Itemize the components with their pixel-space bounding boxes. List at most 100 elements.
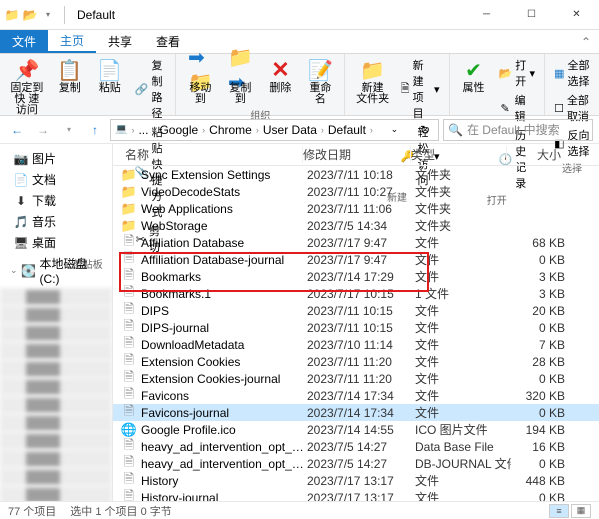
- select-all-button[interactable]: ▦全部选择: [551, 56, 593, 90]
- sidebar-item-blur[interactable]: ████: [0, 396, 112, 414]
- table-row[interactable]: 🗎Favicons-journal2023/7/14 17:34文件0 KB: [113, 404, 599, 421]
- search-input[interactable]: 🔍 在 Default 中搜索: [443, 119, 593, 141]
- sidebar-item-blur[interactable]: ████: [0, 288, 112, 306]
- sidebar-item-blur[interactable]: ████: [0, 342, 112, 360]
- table-row[interactable]: 🗎DIPS2023/7/11 10:15文件20 KB: [113, 302, 599, 319]
- table-row[interactable]: 🗎Extension Cookies-journal2023/7/11 11:2…: [113, 370, 599, 387]
- file-size: 320 KB: [511, 389, 573, 403]
- file-type: 文件: [415, 387, 511, 404]
- column-date[interactable]: 修改日期: [303, 146, 411, 163]
- file-date: 2023/7/14 17:29: [307, 270, 415, 284]
- table-row[interactable]: 🗎DIPS-journal2023/7/11 10:15文件0 KB: [113, 319, 599, 336]
- move-to-button[interactable]: ➡📁移动到: [182, 56, 218, 107]
- sidebar-item-blur[interactable]: ████: [0, 324, 112, 342]
- bc-dropdown[interactable]: ⌄: [387, 124, 403, 135]
- table-row[interactable]: 🗎heavy_ad_intervention_opt_out.db2023/7/…: [113, 438, 599, 455]
- sidebar-item-blur[interactable]: ████: [0, 468, 112, 486]
- copy-to-button[interactable]: 📁➡复制到: [222, 56, 258, 107]
- sidebar-item-blur[interactable]: ████: [0, 378, 112, 396]
- file-size: 0 KB: [511, 491, 573, 502]
- sidebar-item[interactable]: 🎵音乐: [0, 211, 112, 232]
- tab-view[interactable]: 查看: [144, 30, 192, 53]
- table-row[interactable]: 🗎Bookmarks.12023/7/17 10:151 文件3 KB: [113, 285, 599, 302]
- copyto-icon: 📁➡: [228, 58, 252, 82]
- new-item-button[interactable]: 🗎新建项目 ▾: [398, 56, 443, 122]
- new-folder-button[interactable]: 📁新建 文件夹: [351, 56, 393, 107]
- properties-button[interactable]: ✔属性: [456, 56, 492, 96]
- sidebar-item-blur[interactable]: ████: [0, 432, 112, 450]
- file-name: Bookmarks: [141, 270, 307, 284]
- open-button[interactable]: 📂打开 ▾: [496, 56, 539, 90]
- file-size: 0 KB: [511, 321, 573, 335]
- file-date: 2023/7/17 13:17: [307, 491, 415, 502]
- recent-dropdown[interactable]: ▾: [58, 119, 80, 141]
- table-row[interactable]: 🗎History-journal2023/7/17 13:17文件0 KB: [113, 489, 599, 501]
- pin-quick-access-button[interactable]: 📌 固定到快 速访问: [6, 56, 48, 118]
- table-row[interactable]: 📁Sync Extension Settings2023/7/11 10:18文…: [113, 166, 599, 183]
- up-button[interactable]: ↑: [84, 119, 106, 141]
- breadcrumb[interactable]: 💻 › ... › Google › Chrome › User Data › …: [110, 119, 439, 141]
- tab-file[interactable]: 文件: [0, 30, 48, 53]
- refresh-button[interactable]: ↻: [416, 123, 434, 137]
- minimize-button[interactable]: ─: [464, 0, 509, 30]
- file-icon: 🗎: [121, 490, 137, 502]
- copy-icon: 📋: [58, 58, 82, 82]
- table-row[interactable]: 🗎History2023/7/17 13:17文件448 KB: [113, 472, 599, 489]
- file-type: 文件夹: [415, 166, 511, 183]
- table-row[interactable]: 🗎heavy_ad_intervention_opt_out.db-jou...…: [113, 455, 599, 472]
- file-name: Extension Cookies: [141, 355, 307, 369]
- file-date: 2023/7/5 14:27: [307, 440, 415, 454]
- tab-share[interactable]: 共享: [96, 30, 144, 53]
- column-type[interactable]: 类型: [411, 146, 507, 163]
- file-name: Favicons: [141, 389, 307, 403]
- sidebar-item-drive[interactable]: ⌄ 💽 本地磁盘 (C:): [0, 253, 112, 288]
- table-row[interactable]: 📁WebStorage2023/7/5 14:34文件夹: [113, 217, 599, 234]
- back-button[interactable]: ←: [6, 119, 28, 141]
- table-row[interactable]: 🗎Favicons2023/7/14 17:34文件320 KB: [113, 387, 599, 404]
- table-row[interactable]: 🌐Google Profile.ico2023/7/14 14:55ICO 图片…: [113, 421, 599, 438]
- sidebar-item-blur[interactable]: ████: [0, 306, 112, 324]
- rename-button[interactable]: 📝重命名: [302, 56, 338, 107]
- file-name: VideoDecodeStats: [141, 185, 307, 199]
- view-details-button[interactable]: ≡: [549, 504, 569, 518]
- table-row[interactable]: 📁Web Applications2023/7/11 11:06文件夹: [113, 200, 599, 217]
- sidebar-item[interactable]: 📷图片: [0, 148, 112, 169]
- bc-seg[interactable]: ...: [138, 123, 148, 137]
- dropdown-icon[interactable]: ▾: [40, 7, 56, 23]
- status-selection: 选中 1 个项目 0 字节: [70, 503, 171, 519]
- table-row[interactable]: 📁VideoDecodeStats2023/7/11 10:27文件夹: [113, 183, 599, 200]
- sidebar-item-blur[interactable]: ████: [0, 360, 112, 378]
- file-size: 16 KB: [511, 440, 573, 454]
- column-name[interactable]: 名称: [117, 146, 303, 163]
- table-row[interactable]: 🗎Affiliation Database2023/7/17 9:47文件68 …: [113, 234, 599, 251]
- file-size: 0 KB: [511, 372, 573, 386]
- sidebar-item[interactable]: ⬇下载: [0, 190, 112, 211]
- copy-path-button[interactable]: 🔗复制路径: [132, 56, 170, 122]
- tab-home[interactable]: 主页: [48, 30, 96, 53]
- ribbon-collapse-icon[interactable]: ⌃: [573, 30, 599, 53]
- bc-seg[interactable]: User Data: [263, 123, 317, 137]
- sidebar-item-blur[interactable]: ████: [0, 450, 112, 468]
- table-row[interactable]: 🗎Bookmarks2023/7/14 17:29文件3 KB: [113, 268, 599, 285]
- sidebar-item[interactable]: 📄文档: [0, 169, 112, 190]
- file-date: 2023/7/5 14:27: [307, 457, 415, 471]
- delete-button[interactable]: ✕删除: [262, 56, 298, 96]
- bc-seg[interactable]: Default: [328, 123, 366, 137]
- sidebar-item[interactable]: 🖥桌面: [0, 232, 112, 253]
- sidebar-item-blur[interactable]: ████: [0, 486, 112, 501]
- bc-seg[interactable]: Google: [159, 123, 198, 137]
- file-type: 文件: [415, 319, 511, 336]
- paste-button[interactable]: 📄 粘贴: [92, 56, 128, 96]
- table-row[interactable]: 🗎Extension Cookies2023/7/11 11:20文件28 KB: [113, 353, 599, 370]
- forward-button[interactable]: →: [32, 119, 54, 141]
- bc-seg[interactable]: Chrome: [209, 123, 252, 137]
- copy-button[interactable]: 📋 复制: [52, 56, 88, 96]
- file-name: Affiliation Database: [141, 236, 307, 250]
- close-button[interactable]: ✕: [554, 0, 599, 30]
- table-row[interactable]: 🗎Affiliation Database-journal2023/7/17 9…: [113, 251, 599, 268]
- table-row[interactable]: 🗎DownloadMetadata2023/7/10 11:14文件7 KB: [113, 336, 599, 353]
- view-large-button[interactable]: ▦: [571, 504, 591, 518]
- sidebar-item-blur[interactable]: ████: [0, 414, 112, 432]
- maximize-button[interactable]: ☐: [509, 0, 554, 30]
- column-size[interactable]: 大小: [507, 146, 569, 163]
